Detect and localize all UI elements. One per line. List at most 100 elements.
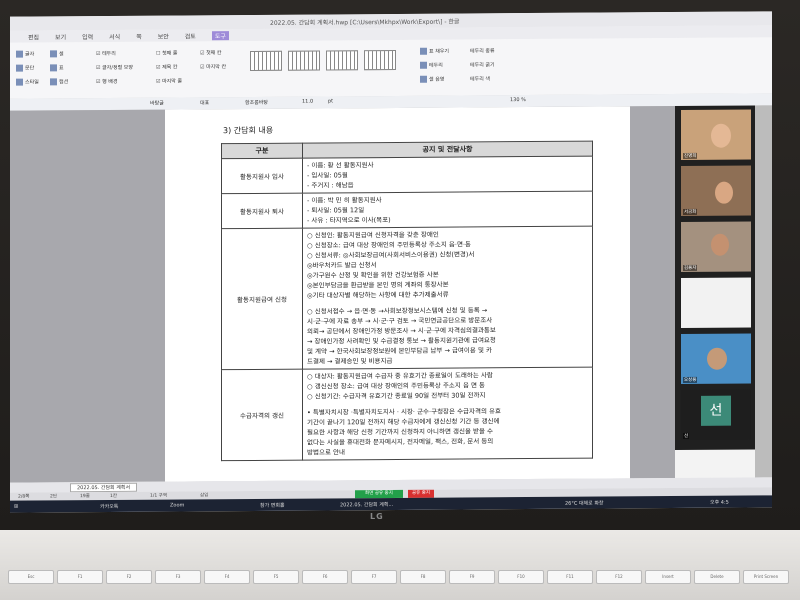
keyboard-key[interactable]: Insert [645, 570, 691, 584]
menu-item-7[interactable]: 도구 [211, 30, 229, 40]
participant-tile-0[interactable]: 진영희 [681, 109, 751, 160]
check-row-bg[interactable]: ☑ 행 배경 [96, 78, 117, 85]
status-col: 1칸 [110, 493, 118, 499]
keyboard-key[interactable]: F11 [547, 570, 593, 584]
table-style-2[interactable] [288, 50, 320, 71]
keyboard-key[interactable]: F7 [351, 570, 397, 584]
document-page[interactable]: 3) 간담회 내용 구분 공지 및 전달사항 활동지원사 입사 - 이름: 황 선… [165, 106, 630, 482]
avatar: 선 [701, 395, 731, 426]
lang-select[interactable]: 대표 [200, 99, 209, 106]
end-share-button[interactable]: 공유 중지 [408, 489, 434, 498]
table-style-3[interactable] [326, 50, 358, 71]
table-icon [50, 64, 57, 72]
menu-item-6[interactable]: 검토 [185, 31, 196, 40]
keyboard-key[interactable]: F6 [302, 570, 348, 584]
style-select[interactable]: 바탕글 [150, 100, 164, 107]
ribbon-toolbar: 글자 문단 스타일 셀 표 캡션 ☑ 테두리 ☑ 글자/정렬 모양 ☑ 행 배경… [10, 37, 772, 100]
ribbon-group1-btn0[interactable]: 글자 [16, 50, 34, 58]
participant-face [711, 123, 731, 148]
table-row: 수급자격의 갱신 ○ 대상자: 활동지원급여 수급자 중 유효기간 종료일이 도래… [221, 367, 593, 461]
keyboard-key[interactable]: F8 [400, 570, 446, 584]
laptop-screen: 2022.05. 간담회 계획서.hwp [C:\Users\Mkhpx\Wor… [10, 11, 772, 513]
row-label: 활동지원급여 신청 [221, 228, 303, 370]
notice-table: 구분 공지 및 전달사항 활동지원사 입사 - 이름: 황 선 활동지원사 - 입사… [221, 141, 593, 462]
start-icon[interactable]: ⊞ [14, 504, 18, 510]
row-content: ○ 대상자: 활동지원급여 수급자 중 유효기간 종료일이 도래하는 사람 ○ 갱… [302, 367, 593, 461]
border-weight-btn[interactable]: 테두리 굵기 [470, 61, 495, 68]
menu-item-5[interactable]: 보안 [158, 31, 169, 40]
shade-icon [420, 75, 427, 83]
keyboard-key[interactable]: F5 [253, 570, 299, 584]
keyboard-key[interactable]: F10 [498, 570, 544, 584]
participant-name: 선 [683, 432, 690, 439]
clock-text: 오후 4:5 [710, 499, 729, 506]
cell-shade-btn[interactable]: 셀 음영 [420, 75, 444, 83]
section-title: 3) 간담회 내용 [223, 125, 274, 136]
fill-icon [420, 47, 427, 55]
participant-name: 오상용 [683, 376, 698, 383]
border-color-btn[interactable]: 테두리 색 [470, 75, 490, 82]
participant-tile-4[interactable]: 오상용 [681, 333, 751, 384]
keyboard-key[interactable]: F1 [57, 570, 103, 584]
table-style-4[interactable] [364, 49, 396, 71]
fill-table-btn[interactable]: 표 채우기 [420, 47, 449, 55]
participant-face [715, 181, 733, 204]
ribbon-group1-btn2[interactable]: 스타일 [16, 78, 39, 86]
text-format-icon [16, 50, 23, 58]
row-label: 수급자격의 갱신 [221, 369, 303, 461]
check-last-col[interactable]: ☑ 마지막 칸 [200, 63, 226, 70]
taskbar-app-2[interactable]: 참가 면회홀 [260, 502, 285, 509]
keyboard-key[interactable]: F2 [106, 570, 152, 584]
laptop-keyboard: Esc F1 F2 F3 F4 F5 F6 F7 F8 F9 F10 F11 F12 Insert Dele… [0, 530, 800, 600]
content-line: - 사유 : 타지역으로 이사(목포) [307, 216, 391, 225]
participant-tile-3[interactable] [681, 277, 751, 328]
keyboard-key[interactable]: F9 [449, 570, 495, 584]
cell-icon [50, 50, 57, 58]
check-text-align[interactable]: ☑ 글자/정렬 모양 [96, 64, 133, 71]
taskbar-app-0[interactable]: 카카오톡 [100, 503, 118, 510]
check-first-row[interactable]: ☐ 첫째 줄 [156, 49, 177, 56]
check-last-row[interactable]: ☑ 마지막 줄 [156, 77, 182, 84]
taskbar-app-1[interactable]: Zoom [170, 502, 184, 508]
keyboard-key[interactable]: F4 [204, 570, 250, 584]
participant-tile-2[interactable]: 김용자 [681, 221, 751, 272]
ribbon-cell-btn[interactable]: 셀 [50, 50, 64, 58]
window-title: 2022.05. 간담회 계획서.hwp [C:\Users\Mkhpx\Wor… [270, 18, 460, 27]
status-section: 2단 [50, 494, 58, 500]
keyboard-key[interactable]: F12 [596, 570, 642, 584]
border-btn[interactable]: 테두리 [420, 61, 443, 69]
check-title-col[interactable]: ☑ 제목 칸 [156, 63, 177, 70]
font-size-field[interactable]: 11.0 [302, 99, 313, 105]
ribbon-table-btn[interactable]: 표 [50, 64, 64, 72]
check-first-col[interactable]: ☑ 첫째 칸 [200, 49, 221, 56]
keyboard-key[interactable]: Delete [694, 570, 740, 584]
header-category: 구분 [221, 143, 303, 159]
font-select[interactable]: 함초롬바탕 [245, 99, 268, 106]
table-row: 활동지원사 입사 - 이름: 황 선 활동지원사 - 입사일: 05월 - 주거지 :… [221, 156, 593, 194]
menu-item-3[interactable]: 서식 [109, 31, 120, 40]
menu-item-4[interactable]: 쪽 [136, 31, 142, 40]
menu-item-0[interactable]: 편집 [28, 32, 39, 41]
keyboard-key[interactable]: Esc [8, 570, 54, 584]
participant-tile-5[interactable]: 선 선 [681, 389, 751, 440]
menu-item-2[interactable]: 입력 [82, 32, 93, 41]
ribbon-caption-btn[interactable]: 캡션 [50, 78, 68, 86]
participant-tile-1[interactable]: 서금화 [681, 165, 751, 216]
table-style-1[interactable] [250, 50, 282, 71]
ribbon-group1-btn1[interactable]: 문단 [16, 64, 34, 72]
doc-tab[interactable]: 2022.05. 간담회 계획서 [70, 482, 138, 493]
zoom-field[interactable]: 130 % [510, 97, 526, 103]
border-type-btn[interactable]: 테두리 종류 [470, 47, 495, 54]
menu-item-1[interactable]: 보기 [55, 32, 66, 41]
check-border[interactable]: ☑ 테두리 [96, 50, 116, 57]
keyboard-key[interactable]: Print Screen [743, 570, 789, 584]
content-line: - 주거지 : 해남읍 [307, 181, 354, 190]
content-line: 방법으로 안내 [307, 448, 345, 457]
row-label: 활동지원사 입사 [221, 158, 303, 194]
participant-face [711, 233, 729, 256]
participant-name: 서금화 [683, 208, 698, 215]
document-area: 3) 간담회 내용 구분 공지 및 전달사항 활동지원사 입사 - 이름: 황 선… [10, 106, 675, 483]
participant-face [707, 347, 727, 370]
taskbar-app-3[interactable]: 2022.05. 간담회 계획... [340, 501, 393, 508]
keyboard-key[interactable]: F3 [155, 570, 201, 584]
